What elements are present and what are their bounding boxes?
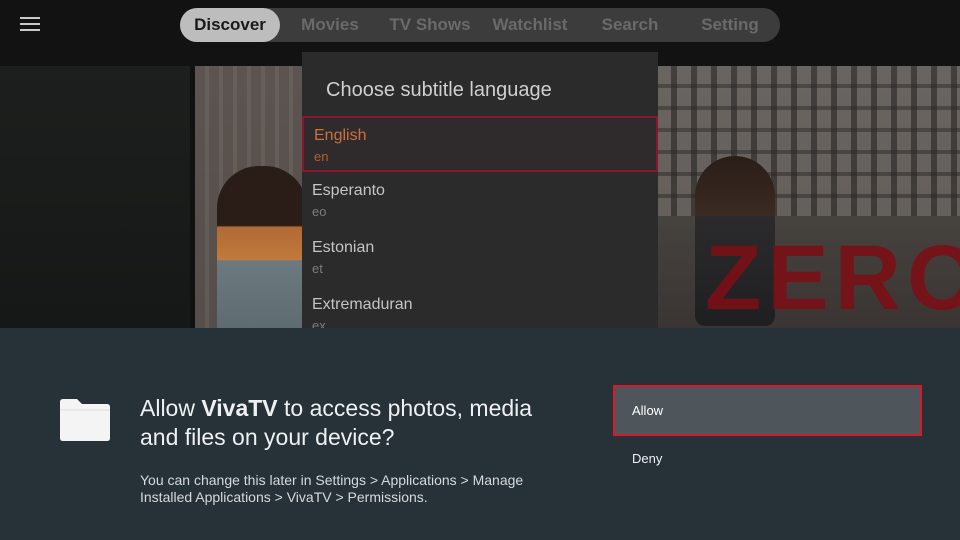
message-prefix: Allow [140,395,202,421]
permission-message: Allow VivaTV to access photos, media and… [140,394,570,452]
deny-button[interactable]: Deny [613,441,922,477]
language-name: English [314,127,367,144]
hero-title-art: ZERO [705,227,960,328]
tab-setting[interactable]: Setting [680,8,780,42]
language-code: en [314,149,329,164]
folder-icon [60,399,110,441]
permission-dialog: Allow VivaTV to access photos, media and… [0,328,960,540]
main-nav: Discover Movies TV Shows Watchlist Searc… [180,8,780,42]
allow-button[interactable]: Allow [613,385,922,436]
tab-watchlist[interactable]: Watchlist [480,8,580,42]
language-code: et [312,261,323,276]
language-code: eo [312,204,327,219]
tab-tv-shows[interactable]: TV Shows [380,8,480,42]
tab-movies[interactable]: Movies [280,8,380,42]
tab-search[interactable]: Search [580,8,680,42]
language-name: Esperanto [312,182,385,199]
language-code: ex [312,318,326,328]
hamburger-menu-icon[interactable] [20,16,40,32]
language-option-english[interactable]: English en [302,116,658,172]
language-option-extremaduran[interactable]: Extremaduran ex [302,287,658,328]
hero-person-left [217,166,307,328]
tab-discover[interactable]: Discover [180,8,280,42]
language-option-esperanto[interactable]: Esperanto eo [302,173,658,229]
app-name: VivaTV [201,395,278,421]
language-name: Estonian [312,239,375,256]
left-panel [0,66,190,328]
language-name: Extremaduran [312,296,413,313]
subtitle-language-dialog: Choose subtitle language English en Espe… [302,52,658,328]
dialog-title: Choose subtitle language [326,79,552,101]
permission-note: You can change this later in Settings > … [140,472,524,505]
language-option-estonian[interactable]: Estonian et [302,230,658,286]
